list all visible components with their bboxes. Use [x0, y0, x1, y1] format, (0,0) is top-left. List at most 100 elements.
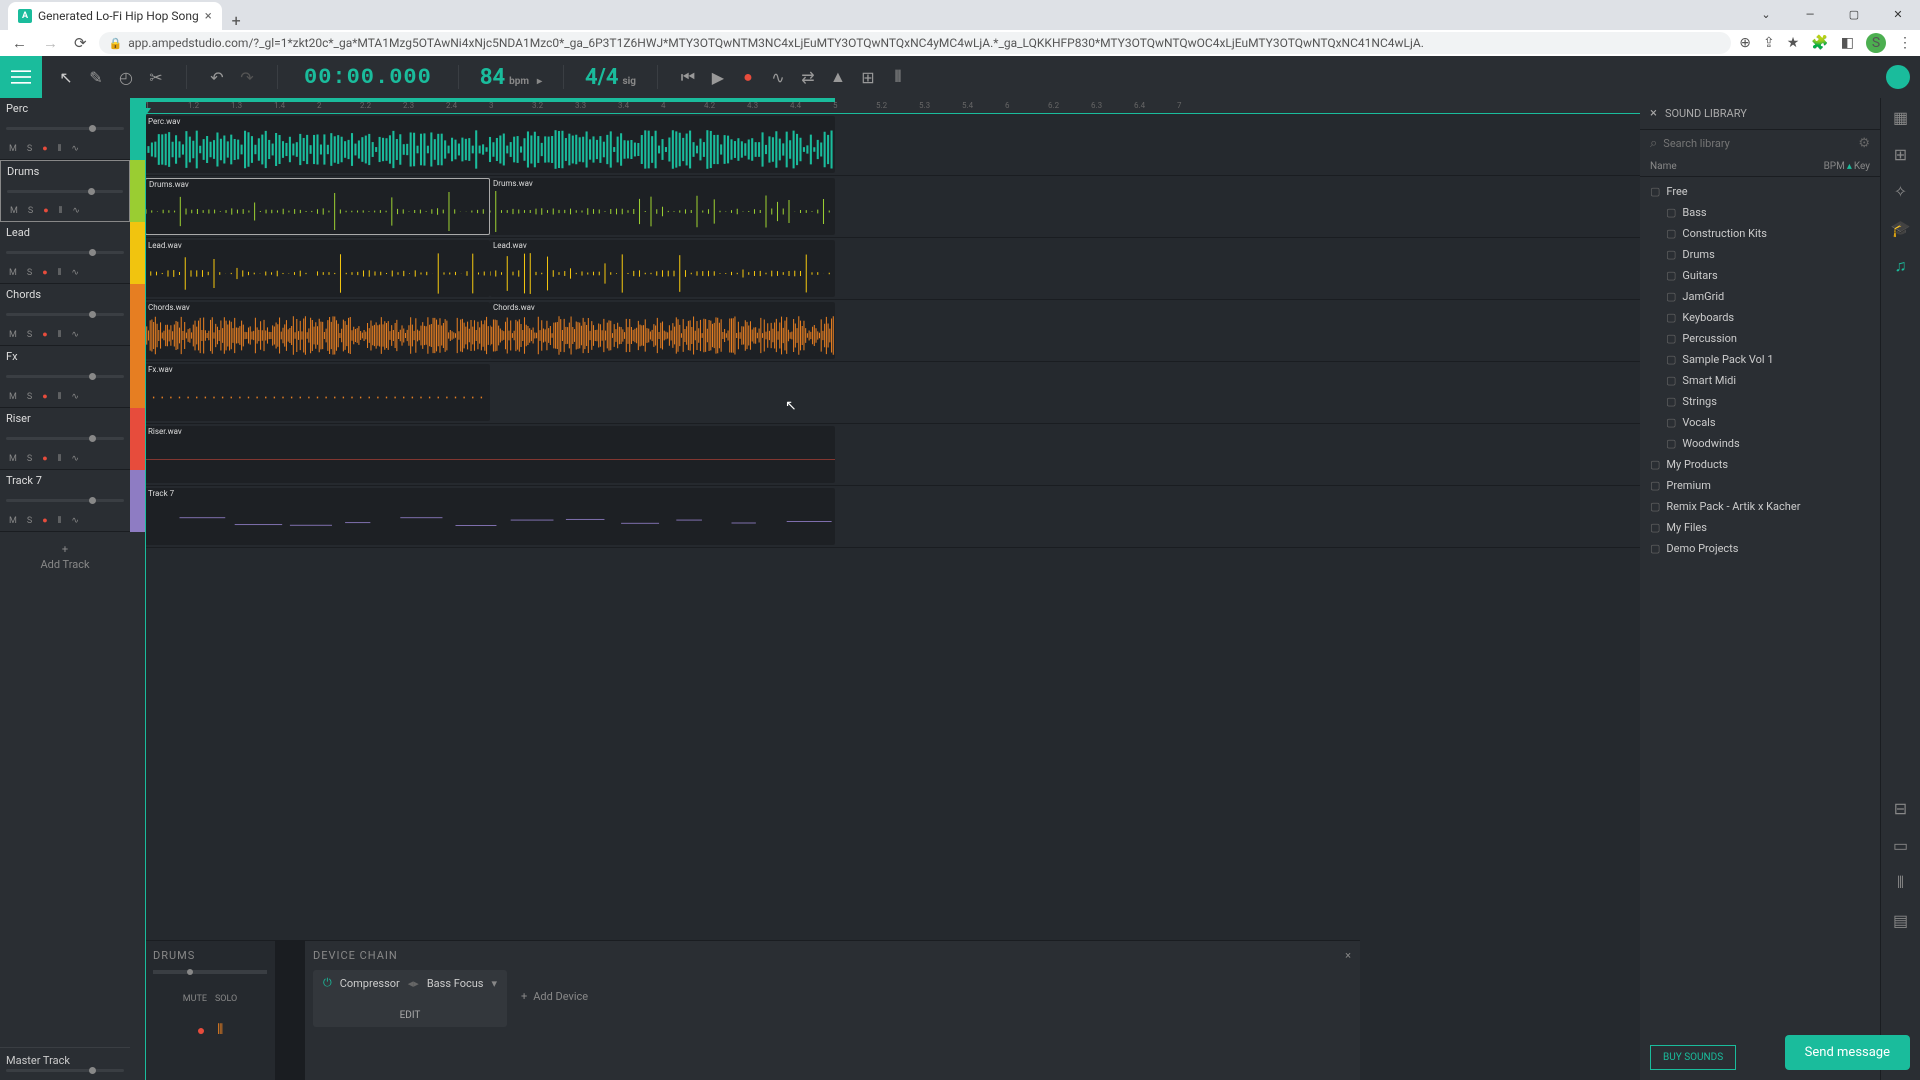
bpm-display[interactable]: 84bpm▸ [465, 65, 557, 90]
audio-clip[interactable]: Chords.wav [145, 302, 490, 359]
automation-icon[interactable]: ∿ [68, 143, 82, 155]
automation-icon[interactable]: ∿ [69, 205, 83, 217]
library-folder[interactable]: ▢Sample Pack Vol 1 [1640, 349, 1880, 370]
add-device-button[interactable]: + Add Device [521, 990, 588, 1003]
skip-start-icon[interactable]: ⏮ [674, 63, 702, 91]
main-menu-button[interactable] [0, 56, 42, 98]
library-folder[interactable]: ▢Percussion [1640, 328, 1880, 349]
install-icon[interactable]: ⊕ [1739, 35, 1751, 51]
mute-button[interactable]: M [6, 453, 20, 465]
forward-icon[interactable]: → [39, 34, 62, 52]
redo-icon[interactable]: ↷ [233, 63, 261, 91]
audio-clip[interactable]: Perc.wav [145, 116, 835, 173]
chevron-down-icon[interactable]: ⌄ [1744, 0, 1788, 28]
arm-record-icon[interactable]: ● [40, 204, 51, 217]
add-track-button[interactable]: + Add Track [0, 532, 130, 582]
audio-clip[interactable]: Drums.wav [490, 178, 835, 235]
send-message-button[interactable]: Send message [1785, 1035, 1910, 1070]
mute-button[interactable]: M [7, 205, 21, 217]
track-lane[interactable]: Fx.wav [145, 362, 1640, 424]
library-folder[interactable]: ▢Premium [1640, 475, 1880, 496]
undo-icon[interactable]: ↶ [203, 63, 231, 91]
cut-tool-icon[interactable]: ✂ [142, 63, 170, 91]
profile-avatar[interactable]: S [1866, 33, 1886, 53]
solo-button[interactable]: SOLO [215, 994, 237, 1004]
mute-button[interactable]: M [6, 391, 20, 403]
record-icon[interactable]: ● [734, 63, 762, 91]
library-folder[interactable]: ▢Vocals [1640, 412, 1880, 433]
time-display[interactable]: 00:00.000 [284, 65, 452, 90]
track-lane[interactable]: Drums.wavDrums.wav [145, 176, 1640, 238]
view2-icon[interactable]: ▭ [1893, 836, 1908, 855]
meter-icon[interactable]: ⫴ [55, 515, 65, 527]
minimize-icon[interactable]: — [1788, 0, 1832, 28]
close-library-icon[interactable]: × [1650, 106, 1657, 121]
pointer-tool-icon[interactable]: ↖ [52, 63, 80, 91]
audio-clip[interactable]: Lead.wav [145, 240, 490, 297]
audio-clip[interactable]: Fx.wav [145, 364, 490, 421]
meter-icon[interactable]: ⫴ [55, 143, 65, 155]
filter-icon[interactable]: ⚙ [1858, 136, 1870, 151]
edit-device-button[interactable]: EDIT [323, 1010, 497, 1021]
col-key[interactable]: Key [1854, 161, 1870, 172]
automation-icon[interactable]: ∿ [68, 329, 82, 341]
volume-slider[interactable] [6, 375, 124, 378]
arm-record-icon[interactable]: ● [39, 142, 50, 155]
meter-icon[interactable]: ⫴ [55, 329, 65, 341]
meter-icon[interactable]: ⫴ [55, 453, 65, 465]
mute-button[interactable]: M [6, 143, 20, 155]
piano-icon[interactable]: ⫴ [1897, 873, 1904, 893]
metronome-icon[interactable]: ▲ [824, 63, 852, 91]
audio-clip[interactable]: Drums.wav [145, 178, 490, 235]
pencil-tool-icon[interactable]: ✎ [82, 63, 110, 91]
midi-icon[interactable]: ⫴ [217, 1022, 223, 1039]
play-icon[interactable]: ▶ [704, 63, 732, 91]
mute-button[interactable]: M [6, 515, 20, 527]
volume-slider[interactable] [6, 437, 124, 440]
library-folder[interactable]: ▢Free [1640, 181, 1880, 202]
meter-icon[interactable]: ⫴ [55, 267, 65, 279]
power-icon[interactable]: ⏻ [323, 976, 332, 990]
meter-icon[interactable]: ⫴ [56, 205, 66, 217]
arm-record-icon[interactable]: ● [39, 266, 50, 279]
side-panel-icon[interactable]: ◧ [1841, 35, 1854, 51]
arm-record-icon[interactable]: ● [39, 328, 50, 341]
view1-icon[interactable]: ⊟ [1894, 799, 1907, 818]
user-avatar[interactable] [1886, 65, 1910, 89]
arm-record-icon[interactable]: ● [197, 1022, 205, 1039]
track-header[interactable]: Perc M S ● ⫴ ∿ [0, 98, 130, 160]
library-folder[interactable]: ▢Strings [1640, 391, 1880, 412]
library-folder[interactable]: ▢Bass [1640, 202, 1880, 223]
track-header[interactable]: Lead M S ● ⫴ ∿ [0, 222, 130, 284]
close-panel-icon[interactable]: × [1345, 949, 1352, 962]
library-toggle-icon[interactable]: ♫ [1895, 256, 1907, 276]
solo-button[interactable]: S [24, 515, 35, 527]
track-header[interactable]: Chords M S ● ⫴ ∿ [0, 284, 130, 346]
meter-icon[interactable]: ⫴ [55, 391, 65, 403]
library-folder[interactable]: ▢My Files [1640, 517, 1880, 538]
automation-icon[interactable]: ∿ [68, 267, 82, 279]
track-header[interactable]: Fx M S ● ⫴ ∿ [0, 346, 130, 408]
master-track-header[interactable]: Master Track [0, 1047, 130, 1080]
track-lane[interactable]: Chords.wavChords.wav [145, 300, 1640, 362]
education-icon[interactable]: 🎓 [1891, 219, 1911, 238]
track-lane[interactable]: Riser.wav [145, 424, 1640, 486]
mute-button[interactable]: MUTE [183, 994, 207, 1004]
arm-record-icon[interactable]: ● [39, 390, 50, 403]
col-name[interactable]: Name [1650, 161, 1824, 172]
volume-slider[interactable] [6, 313, 124, 316]
track-lane[interactable]: Perc.wav [145, 114, 1640, 176]
buy-sounds-button[interactable]: BUY SOUNDS [1650, 1045, 1736, 1070]
browser-tab[interactable]: A Generated Lo-Fi Hip Hop Song × [8, 2, 222, 30]
stopwatch-tool-icon[interactable]: ◴ [112, 63, 140, 91]
kebab-menu-icon[interactable]: ⋮ [1898, 35, 1912, 51]
properties-icon[interactable]: ▦ [1893, 108, 1908, 127]
audio-clip[interactable]: Lead.wav [490, 240, 835, 297]
device-compressor[interactable]: ⏻ Compressor ◂▸ Bass Focus ▾ EDIT [313, 970, 507, 1027]
share-icon[interactable]: ⇪ [1763, 35, 1775, 51]
maximize-icon[interactable]: ▢ [1832, 0, 1876, 28]
extensions-icon[interactable]: 🧩 [1811, 35, 1828, 51]
time-ruler[interactable]: 11.21.31.422.22.32.433.23.33.444.24.34.4… [145, 98, 1640, 114]
grid-icon[interactable]: ⊞ [1894, 145, 1907, 164]
loop-icon[interactable]: ⇄ [794, 63, 822, 91]
